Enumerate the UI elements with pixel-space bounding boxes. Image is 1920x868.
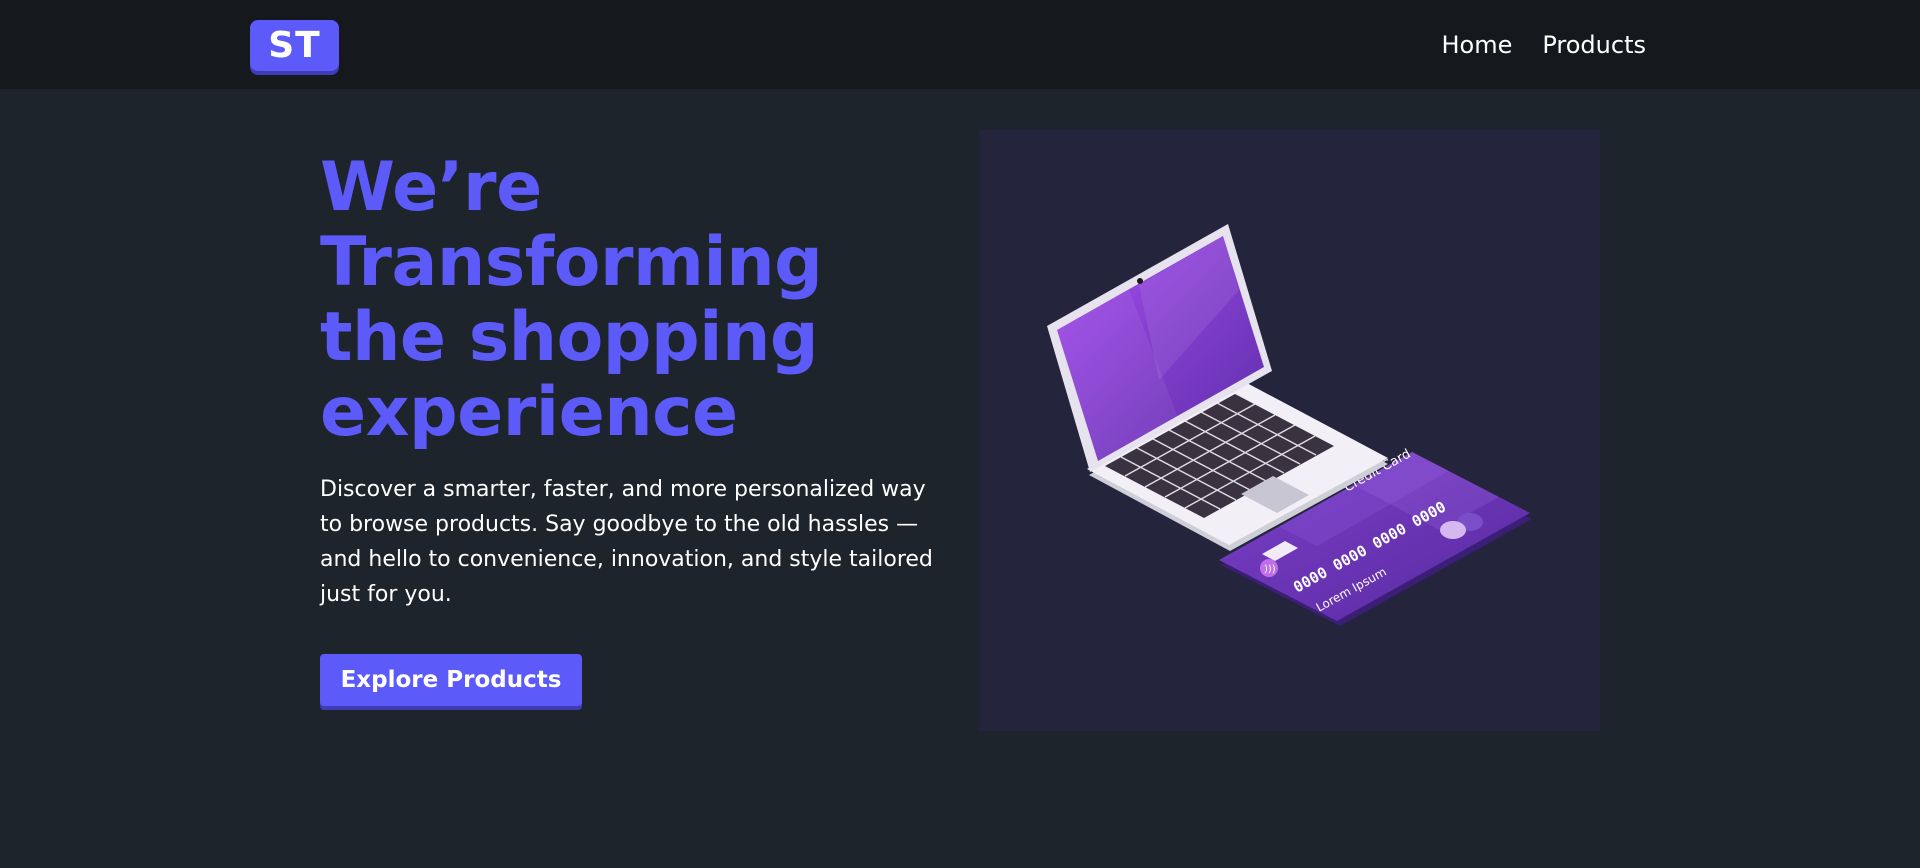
site-logo[interactable]: ST	[250, 20, 339, 71]
main-nav: Home Products	[1441, 0, 1646, 89]
hero-section: We’re Transforming the shopping experien…	[320, 150, 960, 706]
hero-description: Discover a smarter, faster, and more per…	[320, 477, 933, 607]
card-contactless-icon: )))	[1264, 564, 1276, 575]
explore-products-button[interactable]: Explore Products	[320, 654, 582, 706]
top-navbar: ST Home Products	[0, 0, 1920, 89]
hero-title: We’re Transforming the shopping experien…	[320, 148, 823, 452]
laptop-credit-card-illustration: ))) Credit Card 0000 0000 0000 0000 Lore…	[1047, 224, 1532, 626]
hero-illustration: ))) Credit Card 0000 0000 0000 0000 Lore…	[979, 130, 1600, 731]
nav-link-products[interactable]: Products	[1542, 31, 1646, 59]
nav-link-home[interactable]: Home	[1441, 31, 1512, 59]
